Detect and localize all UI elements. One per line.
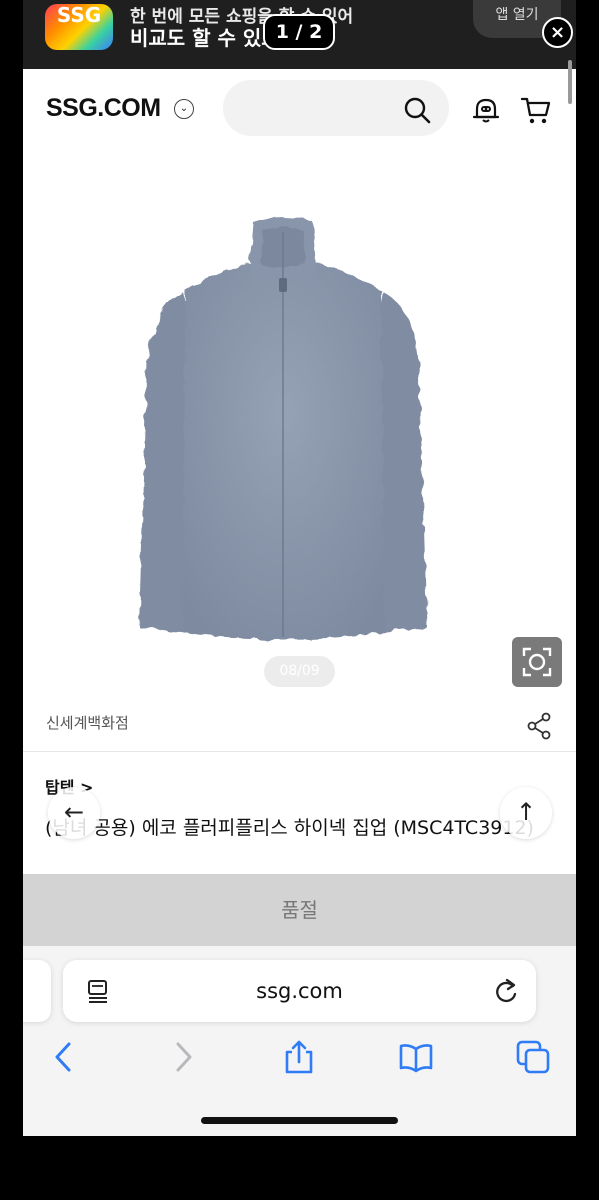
search-icon[interactable] [403, 96, 431, 124]
product-image[interactable] [113, 212, 453, 647]
page-menu-icon[interactable] [85, 978, 111, 1004]
divider [23, 751, 576, 752]
scrollbar-thumb[interactable] [568, 60, 572, 104]
address-bar[interactable]: ssg.com [63, 960, 536, 1022]
reload-icon[interactable] [493, 977, 519, 1005]
phone-screen: SSG 한 번에 모든 쇼핑을 할 수 있어 비교도 할 수 있고 앱 열기 1… [23, 0, 576, 1136]
previous-tab-preview[interactable] [23, 960, 51, 1022]
share-sheet-icon[interactable] [282, 1040, 316, 1074]
cart-icon[interactable] [520, 94, 552, 126]
forward-icon[interactable] [166, 1040, 200, 1074]
scroll-top-arrow-icon[interactable]: ↑ [500, 787, 552, 839]
ssg-app-logo: SSG [45, 4, 113, 50]
bookmarks-icon[interactable] [399, 1040, 433, 1074]
visual-search-button[interactable] [512, 637, 562, 687]
url-text[interactable]: ssg.com [63, 960, 536, 1022]
share-icon[interactable] [526, 712, 552, 740]
banner-text-line2: 비교도 할 수 있고 [130, 26, 280, 50]
back-arrow-icon[interactable]: ← [48, 787, 100, 839]
tabs-icon[interactable] [516, 1040, 550, 1074]
camera-lens-icon [522, 647, 552, 677]
chevron-down-icon[interactable]: ⌄ [174, 99, 194, 119]
store-name[interactable]: 신세계백화점 [46, 712, 129, 733]
search-input[interactable] [223, 80, 449, 136]
image-pager-badge: 1 / 2 [263, 14, 335, 50]
close-icon[interactable]: × [542, 17, 573, 48]
home-indicator[interactable] [201, 1117, 398, 1124]
back-icon[interactable] [47, 1040, 81, 1074]
product-title: (남녀 공용) 에코 플러피플리스 하이넥 집업 (MSC4TC3912) [45, 817, 534, 839]
image-counter: 08/09 [264, 656, 335, 687]
notification-bell-icon[interactable] [471, 95, 501, 125]
soldout-button[interactable]: 품절 [23, 874, 576, 946]
ssg-logo[interactable]: SSG.COM [46, 94, 161, 123]
app-promo-banner[interactable]: SSG 한 번에 모든 쇼핑을 할 수 있어 비교도 할 수 있고 앱 열기 1… [23, 0, 576, 69]
